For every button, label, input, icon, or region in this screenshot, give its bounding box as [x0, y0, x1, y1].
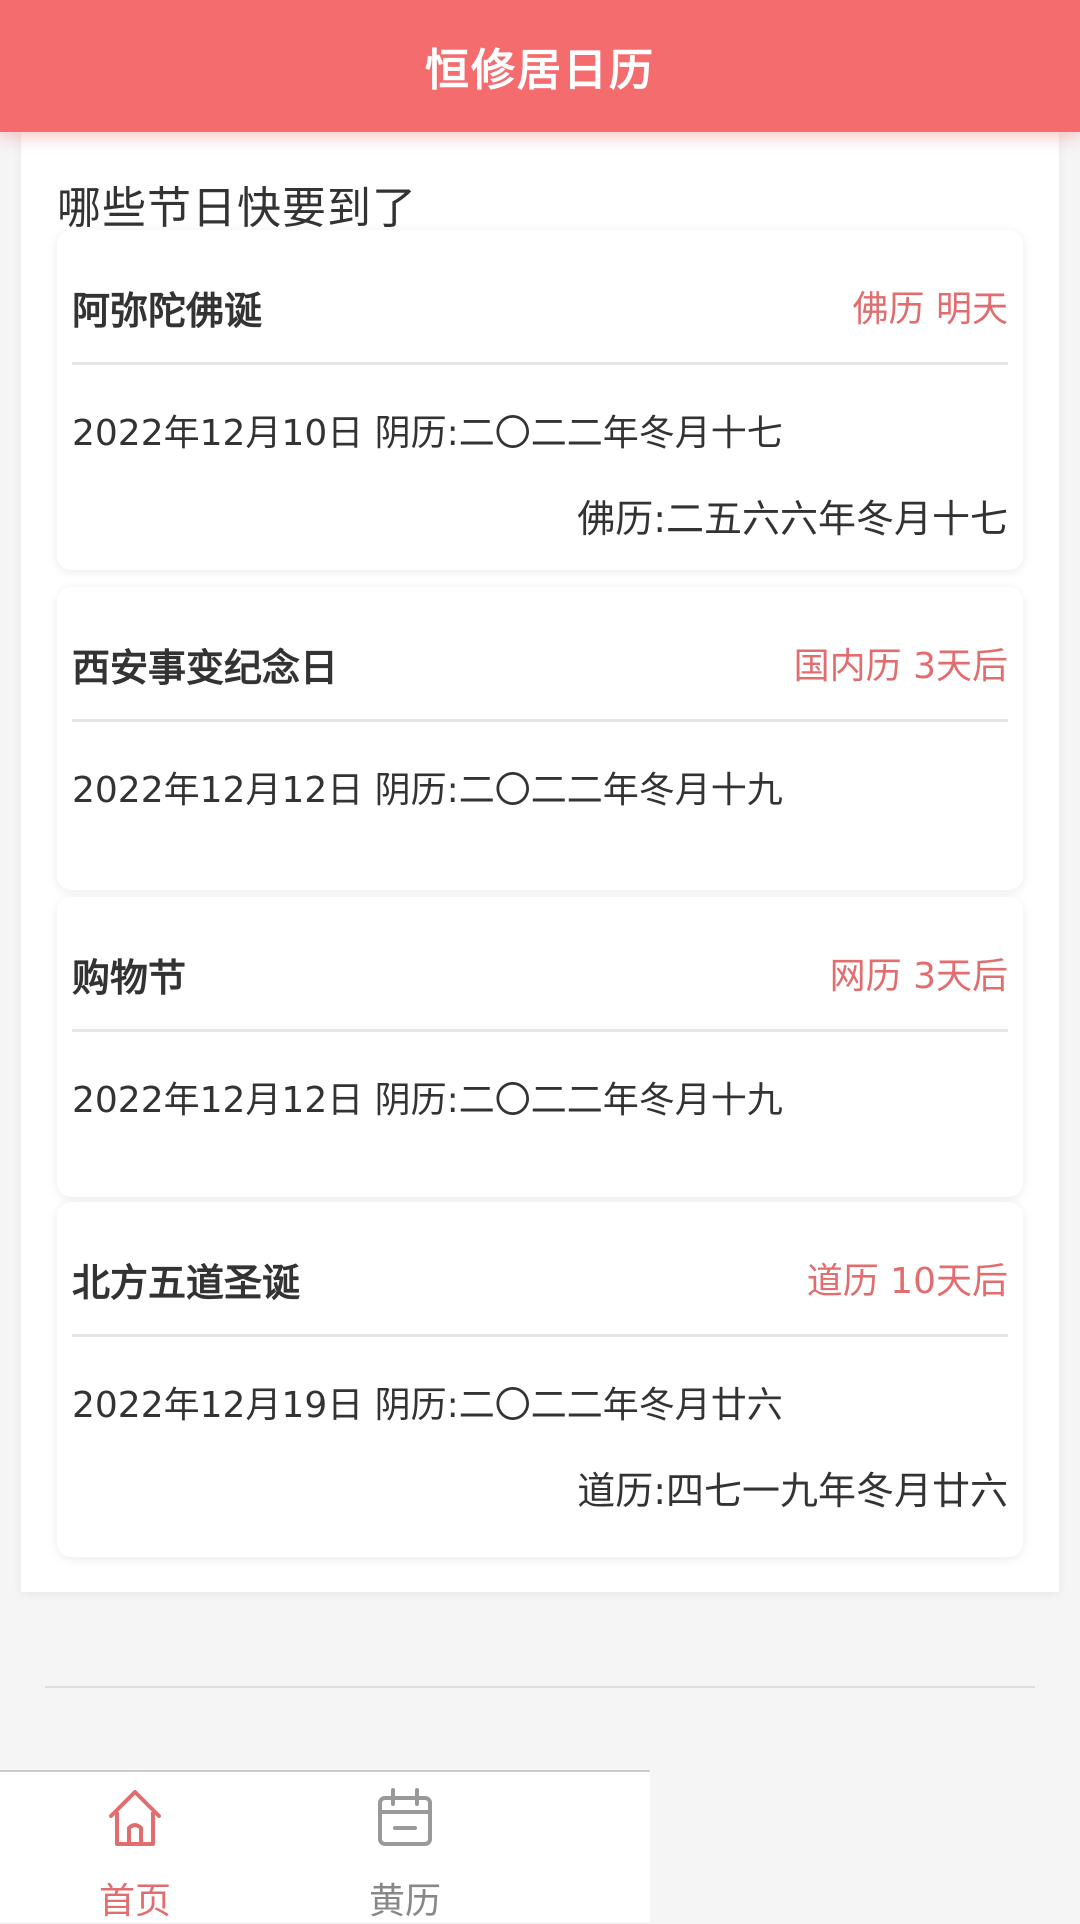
- festival-name: 阿弥陀佛诞: [72, 289, 263, 333]
- tab-home[interactable]: 首页: [45, 1772, 225, 1922]
- festival-card-header: 购物节 网历 3天后: [72, 897, 1008, 1032]
- bottom-tab-bar: 首页 黄历: [0, 1770, 650, 1922]
- app-title: 恒修居日历: [425, 45, 655, 96]
- festival-countdown-tag: 佛历 明天: [852, 289, 1008, 330]
- festival-card-header: 阿弥陀佛诞 佛历 明天: [72, 230, 1008, 365]
- festival-name: 西安事变纪念日: [72, 646, 339, 690]
- festival-card[interactable]: 阿弥陀佛诞 佛历 明天 2022年12月10日 阴历:二〇二二年冬月十七 佛历:…: [57, 230, 1023, 570]
- festival-card[interactable]: 北方五道圣诞 道历 10天后 2022年12月19日 阴历:二〇二二年冬月廿六 …: [57, 1202, 1023, 1557]
- festival-name: 北方五道圣诞: [72, 1261, 301, 1305]
- tab-almanac-label: 黄历: [368, 1881, 441, 1922]
- festival-countdown-tag: 国内历 3天后: [793, 646, 1008, 687]
- festival-extra-calendar: 道历:四七一九年冬月廿六: [577, 1469, 1008, 1513]
- festival-date: 2022年12月12日 阴历:二〇二二年冬月十九: [72, 1080, 783, 1121]
- calendar-icon: [378, 1788, 432, 1846]
- festival-card-header: 西安事变纪念日 国内历 3天后: [72, 587, 1008, 722]
- festival-card[interactable]: 西安事变纪念日 国内历 3天后 2022年12月12日 阴历:二〇二二年冬月十九: [57, 587, 1023, 890]
- festival-date: 2022年12月19日 阴历:二〇二二年冬月廿六: [72, 1385, 783, 1426]
- festival-name: 购物节: [72, 956, 187, 1000]
- tab-home-label: 首页: [98, 1881, 171, 1922]
- section-title: 哪些节日快要到了: [57, 183, 417, 234]
- tab-almanac[interactable]: 黄历: [315, 1772, 495, 1922]
- festival-card[interactable]: 购物节 网历 3天后 2022年12月12日 阴历:二〇二二年冬月十九: [57, 897, 1023, 1197]
- app-header: 恒修居日历: [0, 0, 1080, 132]
- festival-countdown-tag: 网历 3天后: [829, 956, 1008, 997]
- festival-countdown-tag: 道历 10天后: [806, 1261, 1008, 1302]
- bottom-divider: [45, 1686, 1035, 1688]
- festival-panel: 哪些节日快要到了 阿弥陀佛诞 佛历 明天 2022年12月10日 阴历:二〇二二…: [21, 132, 1059, 1592]
- festival-card-header: 北方五道圣诞 道历 10天后: [72, 1202, 1008, 1337]
- festival-date: 2022年12月10日 阴历:二〇二二年冬月十七: [72, 413, 783, 454]
- festival-extra-calendar: 佛历:二五六六年冬月十七: [577, 497, 1008, 541]
- festival-date: 2022年12月12日 阴历:二〇二二年冬月十九: [72, 770, 783, 811]
- home-icon: [109, 1790, 161, 1846]
